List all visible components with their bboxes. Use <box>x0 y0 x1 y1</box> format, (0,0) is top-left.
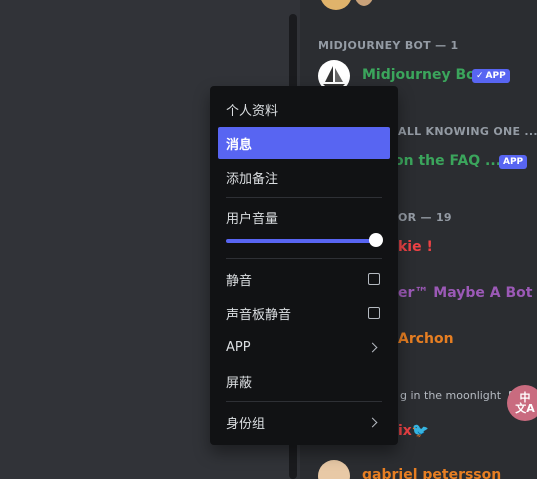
menu-item-user-volume: 用户音量 <box>226 211 279 227</box>
menu-divider <box>226 258 382 259</box>
app-badge: APP <box>499 155 528 169</box>
app-badge: ✓ APP <box>472 69 510 83</box>
member-name[interactable]: kie ! <box>398 239 433 255</box>
member-category: MIDJOURNEY BOT — 1 <box>318 39 459 52</box>
menu-item-block[interactable]: 屏蔽 <box>218 365 390 397</box>
member-status: g in the moonlight <box>400 389 517 402</box>
chevron-right-icon <box>367 417 378 427</box>
avatar[interactable] <box>318 460 350 479</box>
member-name[interactable]: er™ Maybe A Bot <box>398 285 532 301</box>
member-name[interactable]: Archon <box>398 331 454 347</box>
member-name[interactable]: Midjourney Bot <box>362 67 482 83</box>
menu-item-roles[interactable]: 身份组 <box>218 406 390 438</box>
menu-item-profile[interactable]: 个人资料 <box>218 93 390 125</box>
user-volume-slider[interactable] <box>226 239 376 243</box>
menu-item-app[interactable]: APP <box>218 331 390 363</box>
soundboard-mute-checkbox[interactable] <box>368 307 380 319</box>
member-name[interactable]: on the FAQ ... <box>394 153 501 169</box>
translate-button[interactable]: 中文A <box>507 385 537 421</box>
avatar[interactable] <box>354 0 374 6</box>
chevron-right-icon <box>367 342 378 352</box>
mute-checkbox[interactable] <box>368 273 380 285</box>
member-category: ALL KNOWING ONE ... <box>398 125 537 138</box>
member-name[interactable]: ix🐦 <box>398 423 429 439</box>
avatar[interactable] <box>320 0 352 10</box>
menu-divider <box>226 401 382 402</box>
menu-item-add-note[interactable]: 添加备注 <box>218 161 390 193</box>
menu-item-soundboard-mute[interactable]: 声音板静音 <box>218 297 390 329</box>
member-category: OR — 19 <box>398 211 452 224</box>
menu-item-message[interactable]: 消息 <box>218 127 390 159</box>
member-name[interactable]: gabriel petersson <box>362 467 501 479</box>
check-icon: ✓ <box>476 71 484 81</box>
user-context-menu: 个人资料 消息 添加备注 用户音量 静音 声音板静音 APP 屏蔽 身份组 <box>210 86 398 445</box>
menu-item-mute[interactable]: 静音 <box>218 263 390 295</box>
menu-divider <box>226 197 382 198</box>
volume-slider-handle[interactable] <box>369 233 383 247</box>
